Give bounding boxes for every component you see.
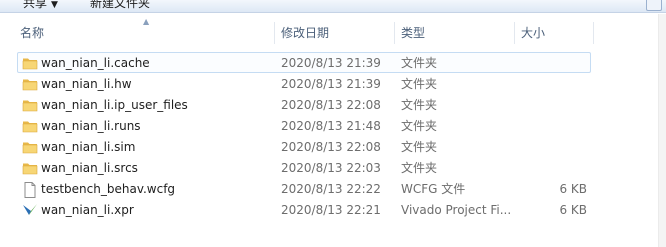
help-icon[interactable] [646, 0, 662, 11]
file-type: 文件夹 [401, 119, 438, 133]
file-modified-date: 2020/8/13 22:03 [281, 161, 381, 175]
file-name: wan_nian_li.runs [41, 119, 141, 133]
folder-icon [22, 119, 38, 133]
folder-icon [22, 77, 38, 91]
file-list: wan_nian_li.cache 2020/8/13 21:39 文件夹 wan_n… [17, 52, 591, 220]
folder-icon [22, 56, 38, 70]
chevron-down-icon: ▼ [51, 0, 58, 10]
file-row[interactable]: testbench_behav.wcfg 2020/8/13 22:22 WCFG … [17, 178, 591, 199]
file-type: 文件夹 [401, 77, 438, 91]
file-row[interactable]: wan_nian_li.sim 2020/8/13 22:08 文件夹 [17, 136, 591, 157]
file-modified-date: 2020/8/13 22:08 [281, 98, 381, 112]
column-header-date[interactable]: 修改日期 [274, 22, 394, 44]
file-row[interactable]: wan_nian_li.ip_user_files 2020/8/13 22:08… [17, 94, 591, 115]
file-name: wan_nian_li.ip_user_files [41, 98, 188, 112]
file-name: wan_nian_li.hw [41, 77, 132, 91]
file-type: Vivado Project Fi... [401, 203, 512, 217]
file-modified-date: 2020/8/13 22:22 [281, 182, 381, 196]
file-name: wan_nian_li.xpr [41, 203, 134, 217]
new-folder-button[interactable]: 新建文件夹 [90, 0, 150, 11]
file-modified-date: 2020/8/13 21:39 [281, 77, 381, 91]
folder-icon [22, 98, 38, 112]
column-date-label: 修改日期 [281, 26, 330, 40]
file-row[interactable]: wan_nian_li.hw 2020/8/13 21:39 文件夹 [17, 73, 591, 94]
file-modified-date: 2020/8/13 21:39 [281, 56, 381, 70]
file-size: 6 KB [559, 203, 587, 217]
file-modified-date: 2020/8/13 22:21 [281, 203, 381, 217]
file-row[interactable]: wan_nian_li.cache 2020/8/13 21:39 文件夹 [17, 52, 591, 73]
column-name-label: 名称 [20, 26, 45, 40]
command-bar: 共享 ▼ 新建文件夹 [0, 0, 666, 13]
new-folder-label: 新建文件夹 [90, 0, 151, 10]
column-header-size[interactable]: 大小 [514, 22, 594, 44]
file-name: wan_nian_li.srcs [41, 161, 138, 175]
file-row[interactable]: wan_nian_li.srcs 2020/8/13 22:03 文件夹 [17, 157, 591, 178]
share-button[interactable]: 共享 ▼ [23, 0, 58, 11]
vivado-project-icon [22, 203, 38, 217]
file-type: 文件夹 [401, 140, 438, 154]
sort-ascending-icon: ▲ [143, 17, 150, 26]
file-type: WCFG 文件 [401, 182, 466, 196]
column-header: 名称 ▲ 修改日期 类型 大小 [0, 17, 666, 44]
folder-icon [22, 161, 38, 175]
file-type: 文件夹 [401, 56, 438, 70]
file-modified-date: 2020/8/13 21:48 [281, 119, 381, 133]
file-name: wan_nian_li.cache [41, 56, 150, 70]
vertical-scrollbar[interactable] [658, 14, 666, 247]
folder-icon [22, 140, 38, 154]
file-row[interactable]: wan_nian_li.xpr 2020/8/13 22:21 Vivado Pro… [17, 199, 591, 220]
file-size: 6 KB [559, 182, 587, 196]
file-name: wan_nian_li.sim [41, 140, 136, 154]
file-row[interactable]: wan_nian_li.runs 2020/8/13 21:48 文件夹 [17, 115, 591, 136]
share-label: 共享 [23, 0, 48, 10]
file-type: 文件夹 [401, 161, 438, 175]
file-modified-date: 2020/8/13 22:08 [281, 140, 381, 154]
column-size-label: 大小 [521, 26, 546, 40]
column-type-label: 类型 [401, 26, 426, 40]
file-type: 文件夹 [401, 98, 438, 112]
file-icon [22, 182, 38, 198]
column-header-type[interactable]: 类型 [394, 22, 514, 44]
file-name: testbench_behav.wcfg [41, 182, 176, 196]
